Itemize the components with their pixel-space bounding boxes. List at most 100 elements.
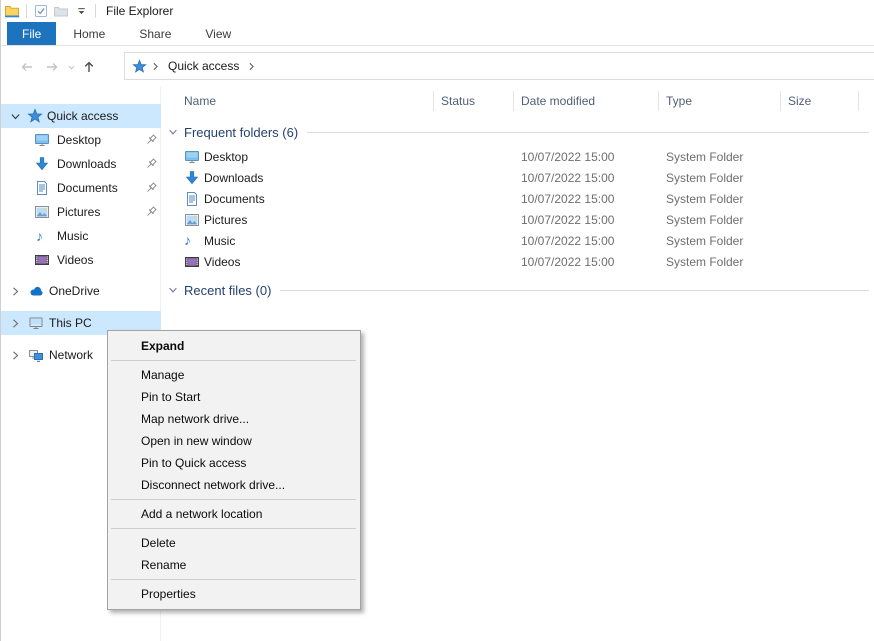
column-divider[interactable]: [858, 91, 859, 111]
onedrive-icon: [28, 283, 44, 299]
file-row-downloads[interactable]: Downloads 10/07/2022 15:00 System Folder: [161, 168, 873, 189]
sidebar-item-quick-access[interactable]: Quick access: [1, 104, 161, 128]
column-header-date-modified[interactable]: Date modified: [521, 87, 595, 115]
column-divider[interactable]: [513, 91, 514, 111]
recent-locations-dropdown[interactable]: [62, 58, 80, 76]
column-header-name[interactable]: Name: [184, 87, 216, 115]
file-name[interactable]: Desktop: [204, 147, 248, 168]
file-row-pictures[interactable]: Pictures 10/07/2022 15:00 System Folder: [161, 210, 873, 231]
sidebar-item-documents[interactable]: Documents: [1, 176, 161, 200]
file-name[interactable]: Pictures: [204, 210, 247, 231]
group-header-frequent-folders[interactable]: Frequent folders (6): [161, 123, 873, 141]
menu-item-manage[interactable]: Manage: [108, 364, 360, 386]
menu-item-pin-to-start[interactable]: Pin to Start: [108, 386, 360, 408]
group-label[interactable]: Frequent folders (6): [184, 125, 298, 140]
quick-access-star-icon: [132, 59, 147, 74]
menu-item-expand[interactable]: Expand: [108, 335, 360, 357]
file-name[interactable]: Videos: [204, 252, 240, 273]
pictures-icon: [34, 204, 50, 220]
back-button[interactable]: [18, 58, 36, 76]
file-date-modified: 10/07/2022 15:00: [521, 147, 614, 168]
ribbon-tab-bar: File Home Share View: [1, 22, 874, 46]
sidebar-item-music[interactable]: ♪ Music: [1, 224, 161, 248]
menu-item-map-network-drive[interactable]: Map network drive...: [108, 408, 360, 430]
forward-button[interactable]: [43, 58, 61, 76]
downloads-icon: [34, 156, 50, 172]
column-divider[interactable]: [433, 91, 434, 111]
up-button[interactable]: [80, 58, 98, 76]
qat-properties-button[interactable]: [31, 2, 51, 20]
downloads-icon: [184, 170, 200, 186]
file-type: System Folder: [666, 189, 743, 210]
sidebar-item-label[interactable]: Pictures: [57, 205, 100, 219]
documents-icon: [34, 180, 50, 196]
qat-new-folder-button[interactable]: [51, 2, 71, 20]
menu-separator: [111, 499, 356, 500]
menu-item-pin-to-quick-access[interactable]: Pin to Quick access: [108, 452, 360, 474]
breadcrumb-root[interactable]: Quick access: [168, 59, 239, 73]
sidebar-item-label[interactable]: Videos: [57, 253, 93, 267]
menu-item-disconnect-network-drive[interactable]: Disconnect network drive...: [108, 474, 360, 496]
sidebar-item-label[interactable]: OneDrive: [49, 284, 100, 298]
menu-item-properties[interactable]: Properties: [108, 583, 360, 605]
menu-item-add-network-location[interactable]: Add a network location: [108, 503, 360, 525]
file-row-desktop[interactable]: Desktop 10/07/2022 15:00 System Folder: [161, 147, 873, 168]
menu-item-delete[interactable]: Delete: [108, 532, 360, 554]
group-header-recent-files[interactable]: Recent files (0): [161, 281, 873, 299]
chevron-right-icon[interactable]: [9, 349, 22, 362]
file-date-modified: 10/07/2022 15:00: [521, 168, 614, 189]
sidebar-item-videos[interactable]: Videos: [1, 248, 161, 272]
chevron-down-icon[interactable]: [167, 284, 179, 296]
chevron-right-icon[interactable]: [9, 285, 22, 298]
sidebar-item-label[interactable]: Downloads: [57, 157, 116, 171]
file-date-modified: 10/07/2022 15:00: [521, 231, 614, 252]
breadcrumb-chevron-icon[interactable]: [245, 60, 258, 73]
column-header-status[interactable]: Status: [441, 87, 475, 115]
sidebar-item-label[interactable]: This PC: [49, 316, 92, 330]
desktop-icon: [184, 149, 200, 165]
sidebar-item-label[interactable]: Music: [57, 229, 88, 243]
breadcrumb-chevron-icon[interactable]: [149, 60, 162, 73]
tab-view[interactable]: View: [188, 22, 248, 45]
tab-home[interactable]: Home: [56, 22, 122, 45]
column-divider[interactable]: [658, 91, 659, 111]
file-name[interactable]: Music: [204, 231, 235, 252]
sidebar-item-onedrive[interactable]: OneDrive: [1, 279, 161, 303]
pin-icon: [144, 181, 158, 195]
file-name[interactable]: Downloads: [204, 168, 263, 189]
sidebar-item-downloads[interactable]: Downloads: [1, 152, 161, 176]
column-header-size[interactable]: Size: [788, 87, 811, 115]
file-row-videos[interactable]: Videos 10/07/2022 15:00 System Folder: [161, 252, 873, 273]
title-bar: File Explorer: [1, 0, 874, 22]
sidebar-item-desktop[interactable]: Desktop: [1, 128, 161, 152]
desktop-icon: [34, 132, 50, 148]
menu-item-open-in-new-window[interactable]: Open in new window: [108, 430, 360, 452]
file-row-documents[interactable]: Documents 10/07/2022 15:00 System Folder: [161, 189, 873, 210]
music-icon: ♪: [36, 228, 52, 244]
qat-customize-dropdown[interactable]: [71, 2, 91, 20]
chevron-right-icon[interactable]: [9, 317, 22, 330]
group-divider-line: [280, 290, 869, 291]
sidebar-item-label[interactable]: Desktop: [57, 133, 101, 147]
tab-file[interactable]: File: [7, 22, 56, 45]
address-bar[interactable]: Quick access: [124, 52, 874, 80]
network-icon: [28, 347, 44, 363]
pin-icon: [144, 157, 158, 171]
group-label[interactable]: Recent files (0): [184, 283, 271, 298]
file-name[interactable]: Documents: [204, 189, 265, 210]
column-header-type[interactable]: Type: [666, 87, 692, 115]
chevron-down-icon[interactable]: [9, 110, 22, 123]
chevron-down-icon[interactable]: [167, 126, 179, 138]
pictures-icon: [184, 212, 200, 228]
sidebar-item-label[interactable]: Documents: [57, 181, 118, 195]
menu-separator: [111, 579, 356, 580]
column-divider[interactable]: [780, 91, 781, 111]
file-type: System Folder: [666, 147, 743, 168]
menu-item-rename[interactable]: Rename: [108, 554, 360, 576]
tab-share[interactable]: Share: [122, 22, 188, 45]
menu-separator: [111, 360, 356, 361]
sidebar-item-pictures[interactable]: Pictures: [1, 200, 161, 224]
sidebar-item-label[interactable]: Network: [49, 348, 93, 362]
sidebar-item-label[interactable]: Quick access: [47, 109, 118, 123]
file-row-music[interactable]: ♪ Music 10/07/2022 15:00 System Folder: [161, 231, 873, 252]
